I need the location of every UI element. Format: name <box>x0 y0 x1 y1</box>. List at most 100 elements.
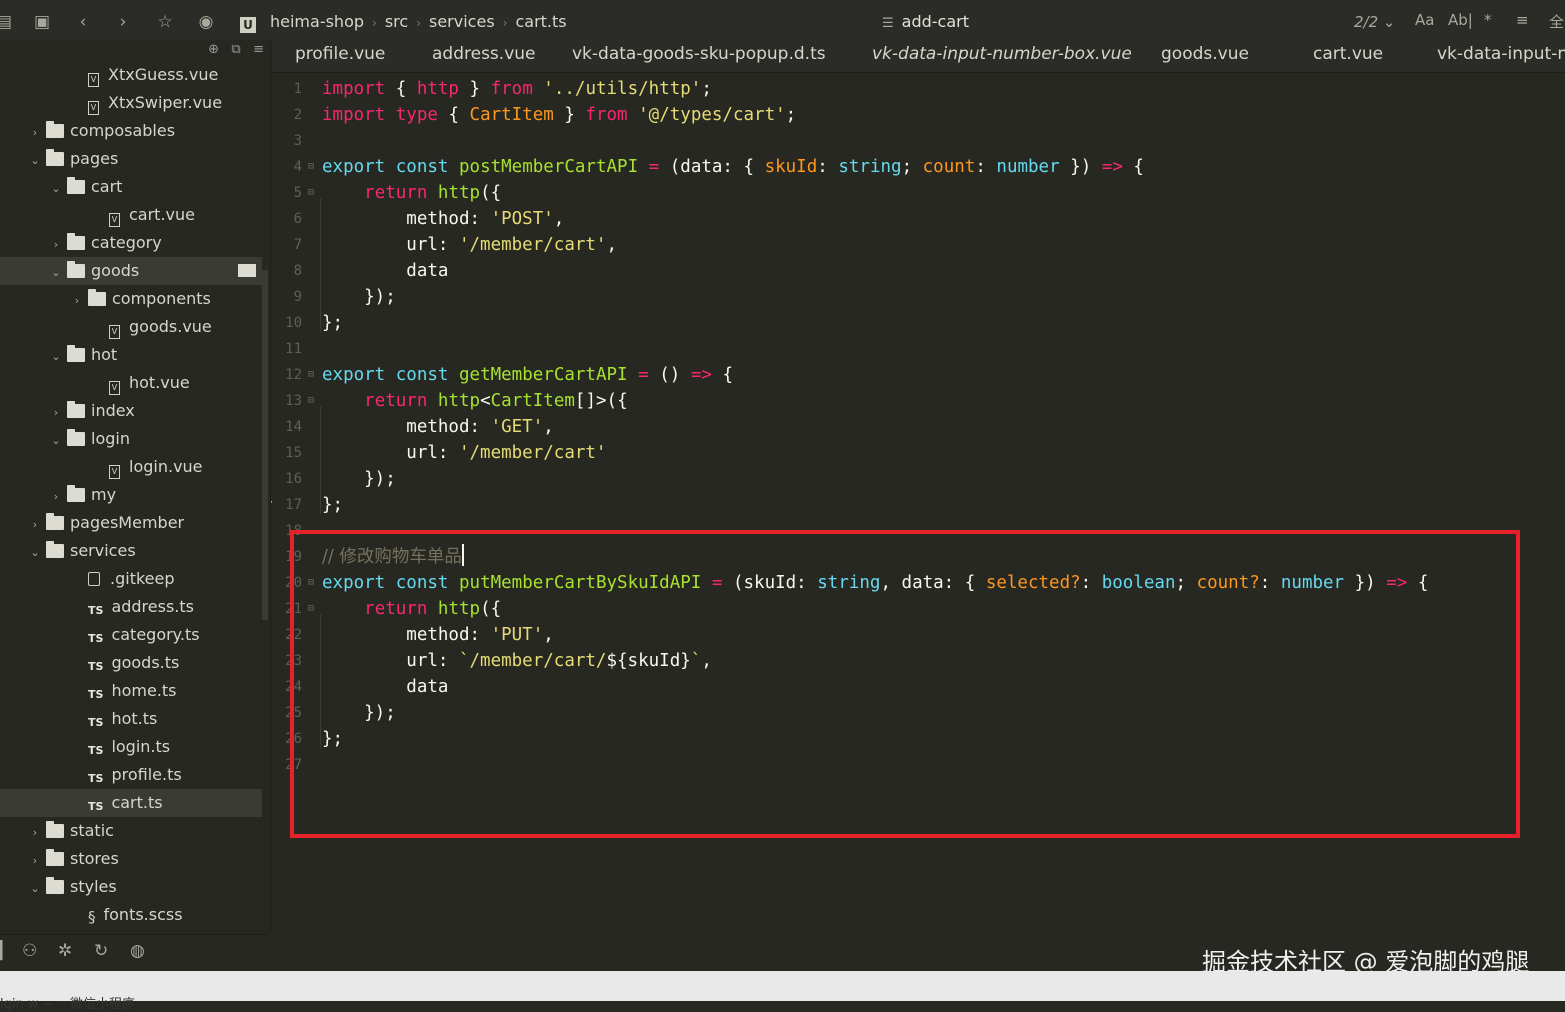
tree-item[interactable]: TS address.ts <box>0 593 262 621</box>
plugin-icon[interactable]: ◍ <box>130 941 145 961</box>
menu-icon[interactable]: ≡ <box>1516 11 1529 29</box>
tab[interactable]: vk-data-input-number-box.vue <box>872 44 1132 64</box>
collapse-all-icon[interactable]: ⧉ <box>231 42 240 57</box>
fold-icon[interactable]: ⊟ <box>308 180 314 206</box>
tree-item[interactable]: TS goods.ts <box>0 649 262 677</box>
chevron-right-icon[interactable]: › <box>49 483 63 511</box>
code-line[interactable]: 4 ⊟ export const postMemberCartAPI = (data… <box>272 154 1565 180</box>
tree-item[interactable]: ⌄ goods <box>0 257 262 285</box>
tree-item[interactable]: TS profile.ts <box>0 761 262 789</box>
chevron-down-icon[interactable]: ⌄ <box>49 175 63 203</box>
chevron-right-icon[interactable]: › <box>49 399 63 427</box>
tree-item[interactable]: ⌄ services <box>0 537 262 565</box>
code-line[interactable]: 2 import type { CartItem } from '@/types/… <box>272 102 1565 128</box>
tree-item[interactable]: TS cart.ts <box>0 789 262 817</box>
select-all-icon[interactable]: 全 <box>1549 11 1564 32</box>
code-line[interactable]: 3 <box>272 128 1565 154</box>
code-line[interactable]: 10}; <box>272 310 1565 336</box>
chevron-down-icon[interactable]: ⌄ <box>49 427 63 455</box>
chevron-right-icon[interactable]: › <box>28 847 42 875</box>
binoculars-icon[interactable]: ⚇ <box>22 941 37 961</box>
tree-item[interactable]: § fonts.scss <box>0 901 262 929</box>
tree-item[interactable]: V XtxGuess.vue <box>0 61 262 89</box>
tree-item[interactable]: ⌄ styles <box>0 873 262 901</box>
sidebar-scrollbar[interactable] <box>262 270 268 620</box>
tree-item[interactable]: › stores <box>0 845 262 873</box>
tree-item[interactable]: Vcart.vue <box>0 201 262 229</box>
panel-icon[interactable]: ▌ <box>0 941 9 961</box>
tab[interactable]: address.vue <box>432 44 536 64</box>
folder-icon[interactable] <box>238 264 256 277</box>
code-line[interactable]: 14 method: 'GET', <box>272 414 1565 440</box>
tree-item[interactable]: TS home.ts <box>0 677 262 705</box>
tree-item[interactable]: ⌄ login <box>0 425 262 453</box>
chevron-right-icon[interactable]: › <box>28 819 42 847</box>
tree-item[interactable]: TS login.ts <box>0 733 262 761</box>
code-line[interactable]: 15 url: '/member/cart' <box>272 440 1565 466</box>
chevron-down-icon[interactable]: ⌄ <box>49 259 63 287</box>
run-icon[interactable]: ◉ <box>194 10 218 34</box>
tree-item[interactable]: Vlogin.vue <box>0 453 262 481</box>
tab[interactable]: vk-data-input-n <box>1437 44 1565 64</box>
tree-item[interactable]: Vgoods.vue <box>0 313 262 341</box>
fold-icon[interactable]: ⊟ <box>308 154 314 180</box>
tree-item[interactable]: ⌄ hot <box>0 341 262 369</box>
tree-item[interactable]: › my <box>0 481 262 509</box>
tree-item[interactable]: V XtxSwiper.vue <box>0 89 262 117</box>
chevron-down-icon[interactable]: ⌄ <box>28 147 42 175</box>
locate-icon[interactable]: ⊕ <box>208 42 219 57</box>
chevron-down-icon[interactable]: ⌄ <box>28 539 42 567</box>
code-line[interactable]: 16 }); <box>272 466 1565 492</box>
code-line[interactable]: 8 data <box>272 258 1565 284</box>
tab[interactable]: profile.vue <box>295 44 385 64</box>
chevron-right-icon[interactable]: › <box>28 511 42 539</box>
tree-item[interactable]: › index <box>0 397 262 425</box>
tree-item[interactable]: › static <box>0 817 262 845</box>
tree-item[interactable]: Vhot.vue <box>0 369 262 397</box>
search-box[interactable]: ☰ add-cart <box>882 12 969 31</box>
tree-item[interactable]: TS category.ts <box>0 621 262 649</box>
code-line[interactable]: 9 }); <box>272 284 1565 310</box>
chevron-down-icon[interactable]: ⌄ <box>28 875 42 903</box>
debug-icon[interactable]: ✲ <box>58 941 72 961</box>
whole-word-icon[interactable]: Ab| <box>1448 11 1473 29</box>
chevron-right-icon[interactable]: › <box>49 231 63 259</box>
tab[interactable]: vk-data-goods-sku-popup.d.ts <box>572 44 826 64</box>
chevron-right-icon[interactable]: › <box>70 287 84 315</box>
code-line[interactable]: 7 url: '/member/cart', <box>272 232 1565 258</box>
fold-icon[interactable]: ⊟ <box>308 388 314 414</box>
save-icon[interactable]: ▣ <box>30 10 54 34</box>
tree-item[interactable]: ⌄ cart <box>0 173 262 201</box>
git-icon[interactable]: ↻ <box>94 941 108 961</box>
tree-item[interactable]: › components <box>0 285 262 313</box>
match-case-icon[interactable]: Aa <box>1415 11 1434 29</box>
more-icon[interactable]: ≡ <box>253 42 264 57</box>
breadcrumb-item[interactable]: heima-shop <box>270 12 364 31</box>
tree-item[interactable]: › category <box>0 229 262 257</box>
tree-item[interactable]: .gitkeep <box>0 565 262 593</box>
forward-icon[interactable]: › <box>111 10 135 34</box>
code-line[interactable]: 6 method: 'POST', <box>272 206 1565 232</box>
code-line[interactable]: 5 ⊟ return http({ <box>272 180 1565 206</box>
tree-item[interactable]: TS hot.ts <box>0 705 262 733</box>
tree-item[interactable]: › composables <box>0 117 262 145</box>
code-line[interactable]: 1 import { http } from '../utils/http'; <box>272 76 1565 102</box>
breadcrumb-item[interactable]: services <box>429 12 495 31</box>
breadcrumb-item[interactable]: src <box>385 12 408 31</box>
fold-icon[interactable]: ⊟ <box>308 362 314 388</box>
tree-item[interactable]: › pagesMember <box>0 509 262 537</box>
star-icon[interactable]: ☆ <box>153 10 177 34</box>
back-icon[interactable]: ‹ <box>71 10 95 34</box>
code-line[interactable]: 11 <box>272 336 1565 362</box>
sidebar-toggle-icon[interactable]: ▤ <box>0 10 16 34</box>
tab-active[interactable]: cart.vue <box>1313 44 1383 64</box>
chevron-down-icon[interactable]: ⌄ <box>49 343 63 371</box>
breadcrumb-item[interactable]: cart.ts <box>515 12 566 31</box>
code-line[interactable]: 12 ⊟ export const getMemberCartAPI = () =>… <box>272 362 1565 388</box>
code-line[interactable]: 17}; <box>272 492 1565 518</box>
tab[interactable]: goods.vue <box>1161 44 1249 64</box>
chevron-right-icon[interactable]: › <box>28 119 42 147</box>
regex-icon[interactable]: * <box>1484 11 1492 29</box>
code-line[interactable]: 13 ⊟ return http<CartItem[]>({ <box>272 388 1565 414</box>
tree-item[interactable]: ⌄ pages <box>0 145 262 173</box>
